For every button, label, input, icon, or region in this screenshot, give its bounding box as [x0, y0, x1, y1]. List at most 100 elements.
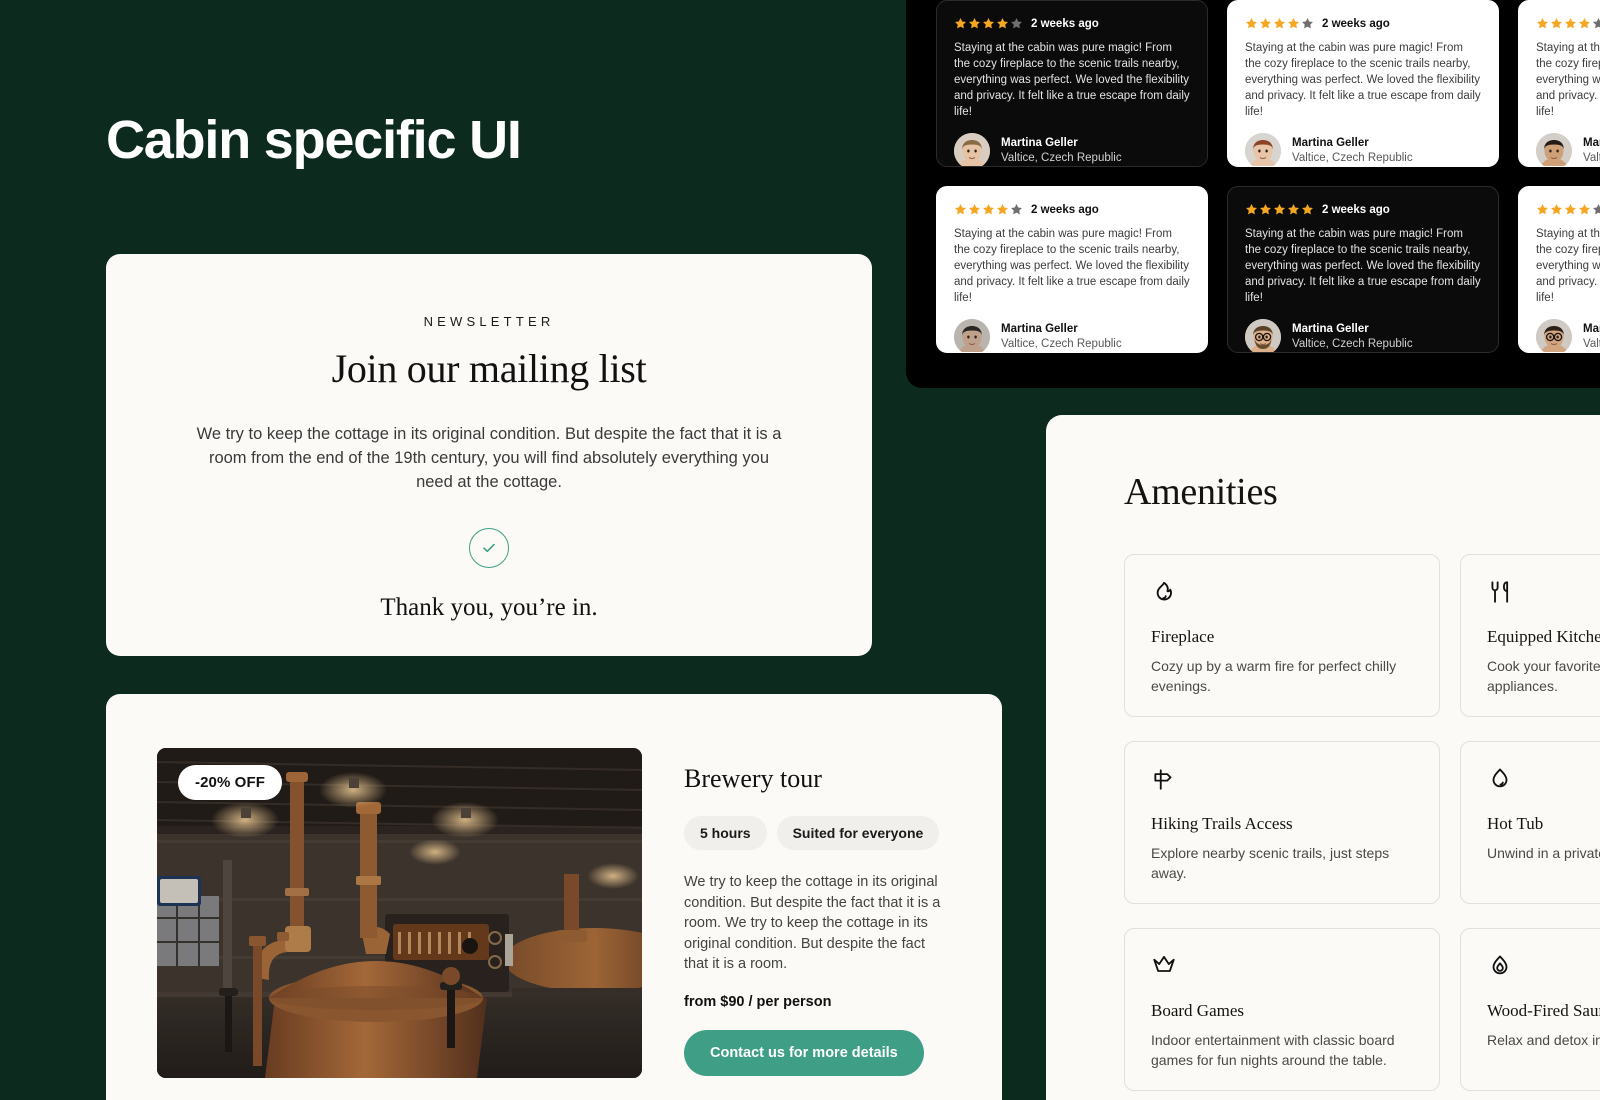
review-author-location: Valtice, Czech Republic — [1583, 152, 1600, 164]
review-author-location: Valtice, Czech Republic — [1001, 152, 1122, 164]
brewery-photo: -20% OFF — [157, 748, 642, 1078]
review-text: Staying at the cabin was pure magic! Fro… — [1536, 228, 1600, 304]
review-header: 2 weeks ago — [954, 203, 1190, 216]
review-card[interactable]: 2 weeks ago Staying at the cabin was pure… — [936, 0, 1208, 167]
newsletter-success — [176, 528, 802, 568]
star-icon — [983, 203, 994, 215]
amenity-description: Relax and detox in a wood-fired sauna. — [1487, 1032, 1600, 1048]
review-text: Staying at the cabin was pure magic! Fro… — [1245, 42, 1481, 118]
star-icon — [1565, 203, 1576, 215]
review-author-info: Martina Geller Valtice, Czech Republic — [1583, 322, 1600, 352]
avatar-woman-blonde — [954, 133, 990, 166]
page-title: Cabin specific UI — [106, 110, 522, 170]
brewery-description: We try to keep the cottage in its origin… — [684, 874, 941, 972]
amenity-card[interactable]: Board Games Indoor entertainment with cla… — [1124, 928, 1440, 1091]
star-rating — [954, 17, 1023, 30]
amenity-icon — [1151, 953, 1413, 987]
newsletter-card: NEWSLETTER Join our mailing list We try … — [106, 254, 872, 656]
star-icon — [997, 17, 1008, 29]
amenity-description: Explore nearby scenic trails, just steps… — [1151, 845, 1390, 881]
amenity-icon — [1487, 766, 1600, 800]
newsletter-eyebrow: NEWSLETTER — [423, 314, 555, 329]
amenities-grid: Fireplace Cozy up by a warm fire for perf… — [1124, 554, 1600, 1091]
review-author-info: Martina Geller Valtice, Czech Republic — [1292, 136, 1413, 166]
star-icon — [955, 203, 966, 215]
avatar-man-young — [1536, 133, 1572, 166]
discount-badge: -20% OFF — [178, 765, 282, 800]
star-icon — [1011, 17, 1022, 29]
amenity-description: Unwind in a private hot tub with views. — [1487, 845, 1600, 861]
amenity-icon — [1487, 579, 1600, 613]
star-icon — [1537, 203, 1548, 215]
star-icon — [969, 17, 980, 29]
review-author-location: Valtice, Czech Republic — [1583, 338, 1600, 350]
newsletter-heading: Join our mailing list — [331, 346, 647, 391]
fire-drop-icon — [1492, 955, 1508, 975]
star-icon — [997, 203, 1008, 215]
avatar — [954, 133, 990, 166]
brewery-price: from $90 / per person — [684, 993, 832, 1010]
star-icon — [1246, 17, 1257, 29]
review-text: Staying at the cabin was pure magic! Fro… — [1245, 228, 1481, 304]
review-age: 2 weeks ago — [1322, 17, 1390, 30]
star-icon — [1011, 203, 1022, 215]
review-card[interactable]: 2 weeks ago Staying at the cabin was pure… — [1518, 186, 1600, 353]
amenity-card[interactable]: Equipped Kitchen Cook your favorite meals… — [1460, 554, 1600, 717]
review-author-info: Martina Geller Valtice, Czech Republic — [1583, 136, 1600, 166]
brewery-chip-duration: 5 hours — [684, 816, 767, 850]
review-card[interactable]: 2 weeks ago Staying at the cabin was pure… — [1227, 0, 1499, 167]
avatar-man-glasses — [1536, 319, 1572, 352]
avatar — [1536, 133, 1572, 166]
star-icon — [1565, 17, 1576, 29]
review-author-info: Martina Geller Valtice, Czech Republic — [1001, 136, 1122, 166]
review-author-name: Martina Geller — [1292, 137, 1369, 149]
star-rating — [954, 203, 1023, 216]
amenity-name: Fireplace — [1151, 627, 1215, 646]
review-author-name: Martina Geller — [1292, 323, 1369, 335]
brewery-details: Brewery tour 5 hours Suited for everyone… — [684, 748, 952, 1100]
star-icon — [1302, 203, 1313, 215]
review-author-info: Martina Geller Valtice, Czech Republic — [1292, 322, 1413, 352]
star-icon — [1260, 17, 1271, 29]
avatar-woman-dark — [954, 319, 990, 352]
avatar — [1536, 319, 1572, 352]
star-icon — [1288, 203, 1299, 215]
amenity-description: Cook your favorite meals with essential … — [1487, 658, 1600, 694]
crown-icon — [1153, 955, 1175, 972]
signpost-icon — [1154, 769, 1172, 790]
amenity-name: Hiking Trails Access — [1151, 814, 1293, 833]
newsletter-thanks: Thank you, you’re in. — [380, 594, 598, 621]
amenity-description: Indoor entertainment with classic board … — [1151, 1032, 1395, 1068]
review-author-name: Martina Geller — [1001, 137, 1078, 149]
star-icon — [1579, 17, 1590, 29]
review-text: Staying at the cabin was pure magic! Fro… — [1536, 42, 1600, 118]
review-author: Martina Geller Valtice, Czech Republic — [954, 319, 1190, 352]
star-icon — [1246, 203, 1257, 215]
newsletter-body: We try to keep the cottage in its origin… — [196, 425, 782, 491]
review-author-name: Martina Geller — [1583, 137, 1600, 149]
amenity-card[interactable]: Wood-Fired Sauna Relax and detox in a woo… — [1460, 928, 1600, 1091]
star-rating — [1536, 203, 1600, 216]
amenity-icon — [1487, 953, 1600, 987]
amenity-card[interactable]: Hot Tub Unwind in a private hot tub with … — [1460, 741, 1600, 904]
review-header: 2 weeks ago — [1245, 203, 1481, 216]
brewery-chips: 5 hours Suited for everyone — [684, 816, 952, 850]
review-card[interactable]: 2 weeks ago Staying at the cabin was pure… — [1518, 0, 1600, 167]
review-text: Staying at the cabin was pure magic! Fro… — [954, 228, 1190, 304]
review-text: Staying at the cabin was pure magic! Fro… — [954, 42, 1190, 118]
star-icon — [1593, 203, 1600, 215]
amenity-icon — [1151, 766, 1413, 800]
review-card[interactable]: 2 weeks ago Staying at the cabin was pure… — [936, 186, 1208, 353]
star-icon — [1288, 17, 1299, 29]
contact-us-button[interactable]: Contact us for more details — [684, 1029, 924, 1076]
review-author-location: Valtice, Czech Republic — [1292, 338, 1413, 350]
amenity-card[interactable]: Fireplace Cozy up by a warm fire for perf… — [1124, 554, 1440, 717]
review-author-location: Valtice, Czech Republic — [1001, 338, 1122, 350]
amenity-description: Cozy up by a warm fire for perfect chill… — [1151, 658, 1397, 694]
star-icon — [1579, 203, 1590, 215]
review-card[interactable]: 2 weeks ago Staying at the cabin was pure… — [1227, 186, 1499, 353]
review-author: Martina Geller Valtice, Czech Republic — [1245, 319, 1481, 352]
star-rating — [1245, 17, 1314, 30]
amenity-card[interactable]: Hiking Trails Access Explore nearby sceni… — [1124, 741, 1440, 904]
review-age: 2 weeks ago — [1031, 17, 1099, 30]
